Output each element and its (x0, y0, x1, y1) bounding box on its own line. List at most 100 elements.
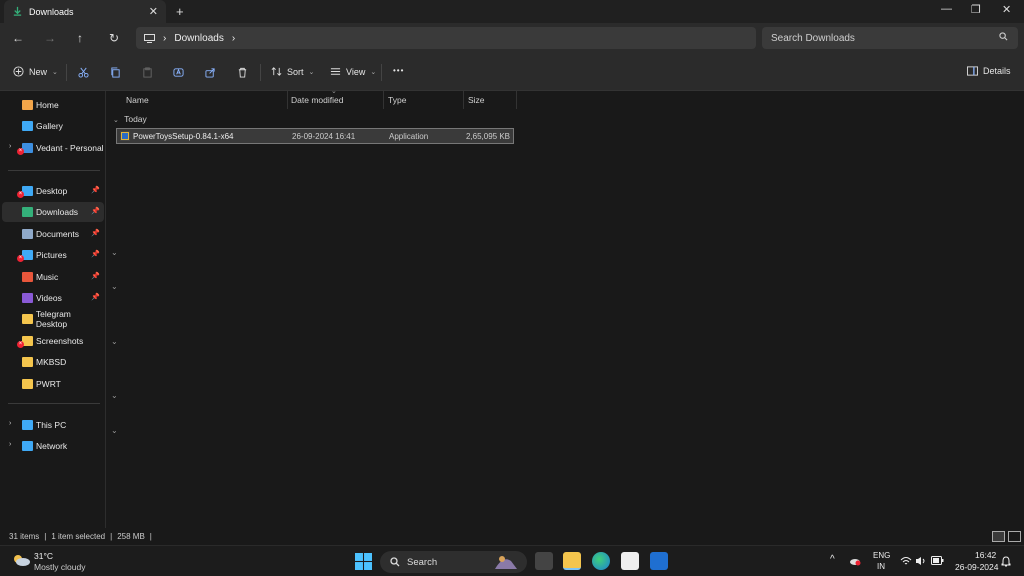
search-icon (390, 557, 400, 567)
view-button[interactable]: View ⌄ (330, 66, 376, 77)
copy-icon[interactable] (110, 67, 121, 78)
chevron-down-icon: ⌄ (370, 68, 377, 76)
restore-button[interactable]: ❐ (971, 3, 981, 16)
delete-icon[interactable] (237, 67, 248, 78)
details-button[interactable]: Details (967, 66, 1011, 76)
sidebar-item-label: Videos (36, 293, 62, 303)
close-tab-icon[interactable]: ✕ (149, 5, 158, 18)
group-header-today[interactable]: ⌄ Today (113, 114, 147, 124)
column-header-size[interactable]: Size (468, 95, 485, 105)
clock-date[interactable]: 26-09-2024 (955, 562, 998, 572)
search-input[interactable]: Search Downloads (762, 27, 1018, 49)
column-divider[interactable] (287, 91, 288, 109)
onedrive-error-icon[interactable] (849, 556, 861, 566)
sidebar-item[interactable]: Screenshots × (2, 331, 104, 351)
minimize-button[interactable]: — (941, 3, 952, 15)
back-button[interactable]: ← (12, 31, 24, 45)
chevron-down-icon: ⌄ (113, 117, 119, 124)
sync-error-icon: × (17, 191, 24, 198)
sidebar-item-label: Telegram Desktop (35, 309, 71, 330)
task-view-icon[interactable] (535, 552, 553, 570)
sidebar-item[interactable]: › This PC (2, 415, 104, 435)
view-icon (330, 68, 341, 75)
address-bar[interactable]: › Downloads › (136, 27, 756, 49)
edge-browser-icon[interactable] (592, 552, 610, 570)
sidebar-item[interactable]: Documents 📌 (2, 224, 104, 244)
sidebar-item-label: Gallery (36, 121, 63, 132)
close-window-button[interactable]: ✕ (1002, 3, 1011, 16)
column-divider[interactable] (383, 91, 384, 109)
chevron-right-icon[interactable]: › (9, 143, 11, 150)
taskbar-search[interactable]: Search (380, 551, 527, 573)
notification-bell-icon[interactable] (1001, 556, 1011, 567)
tray-overflow-icon[interactable]: ^ (830, 554, 835, 565)
sidebar-item[interactable]: › Vedant - Personal × (2, 138, 104, 158)
chevron-right-icon[interactable]: › (9, 420, 11, 427)
tiles-view-button[interactable] (1008, 531, 1021, 542)
sort-button[interactable]: Sort ⌄ (271, 66, 314, 77)
tab-downloads[interactable]: Downloads ✕ (4, 0, 166, 23)
new-button[interactable]: New ⌄ (13, 66, 58, 77)
table-row[interactable]: PowerToysSetup-0.84.1-x64 26-09-2024 16:… (116, 128, 514, 144)
weather-temp[interactable]: 31°C (34, 551, 53, 561)
column-header-name[interactable]: Name (126, 95, 149, 105)
forward-button[interactable]: → (44, 31, 56, 45)
sidebar-item[interactable]: Telegram Desktop (2, 309, 104, 329)
network-icon (22, 441, 33, 452)
sidebar-item-label: Home (36, 100, 59, 110)
home-icon (22, 100, 33, 110)
sidebar-item-label: Downloads (36, 207, 79, 218)
breadcrumb-separator[interactable]: › (163, 33, 166, 44)
sidebar-item[interactable]: › Network (2, 436, 104, 456)
sidebar-item[interactable]: Pictures 📌 × (2, 245, 104, 265)
navigation-bar: ← → ↑ ↻ › Downloads › Search Downloads (0, 23, 1024, 54)
sidebar-item-label: Screenshots (36, 335, 84, 346)
volume-icon[interactable] (915, 556, 927, 566)
chevron-down-icon: ⌄ (111, 426, 118, 435)
battery-icon[interactable] (931, 556, 944, 565)
sidebar-item[interactable]: Home (2, 95, 104, 115)
more-options-button[interactable]: ••• (393, 66, 404, 75)
sidebar-item[interactable]: Desktop 📌 × (2, 181, 104, 201)
file-explorer-taskbar-icon[interactable] (563, 552, 581, 570)
language-secondary[interactable]: IN (877, 562, 885, 571)
share-icon[interactable] (205, 67, 216, 78)
microsoft-store-icon[interactable] (621, 552, 639, 570)
weather-cloud-icon[interactable] (11, 553, 31, 567)
sidebar-item[interactable]: PWRT (2, 374, 104, 394)
sidebar-item[interactable]: Videos 📌 (2, 288, 104, 308)
tab-title: Downloads (29, 6, 74, 17)
chevron-right-icon[interactable]: › (9, 441, 11, 448)
item-count: 31 items (9, 532, 40, 541)
breadcrumb-separator-end[interactable]: › (232, 33, 235, 44)
refresh-button[interactable]: ↻ (109, 31, 119, 45)
weather-desc[interactable]: Mostly cloudy (34, 562, 86, 572)
sidebar-item[interactable]: Gallery (2, 116, 104, 136)
plus-circle-icon (13, 66, 24, 77)
windows-start-icon[interactable] (355, 553, 372, 570)
taskbar: 31°C Mostly cloudy Search ^ ENG IN 16:42… (0, 545, 1024, 576)
paste-icon[interactable] (142, 67, 153, 78)
cut-icon[interactable] (78, 67, 89, 78)
rename-icon[interactable] (173, 67, 184, 78)
up-button[interactable]: ↑ (77, 31, 83, 45)
column-header-date[interactable]: Date modified (291, 95, 343, 105)
language-primary[interactable]: ENG (873, 551, 890, 560)
selection-size: 258 MB (117, 532, 145, 541)
clock-time[interactable]: 16:42 (975, 550, 996, 560)
column-divider[interactable] (516, 91, 517, 109)
column-divider[interactable] (463, 91, 464, 109)
column-header-type[interactable]: Type (388, 95, 406, 105)
outlook-icon[interactable] (650, 552, 668, 570)
details-view-button[interactable] (992, 531, 1005, 542)
sidebar-item-label: MKBSD (36, 357, 67, 368)
sidebar-item[interactable]: Downloads 📌 (2, 202, 104, 223)
wifi-icon[interactable] (900, 556, 912, 566)
sidebar-item[interactable]: MKBSD (2, 352, 104, 372)
details-label: Details (983, 66, 1011, 76)
new-tab-button[interactable]: + (176, 4, 184, 19)
videos-icon (22, 293, 33, 303)
breadcrumb-downloads[interactable]: Downloads (174, 33, 223, 44)
status-bar: 31 items | 1 item selected | 258 MB | (0, 528, 1024, 545)
sidebar-item[interactable]: Music 📌 (2, 267, 104, 287)
